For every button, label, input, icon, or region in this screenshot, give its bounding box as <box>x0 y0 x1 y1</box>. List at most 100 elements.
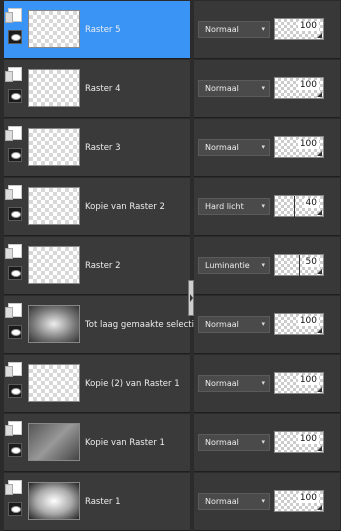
blend-mode-select[interactable]: Normaal ▾ <box>198 434 270 451</box>
layer-props-row: Luminantie ▾ 50 <box>194 237 340 295</box>
layer-row[interactable]: Tot laag gemaakte selectie <box>4 296 199 354</box>
layer-type-icon[interactable] <box>5 67 22 82</box>
opacity-value: 100 <box>297 434 319 444</box>
layer-name[interactable]: Kopie van Raster 1 <box>85 438 165 448</box>
layer-name[interactable]: Raster 3 <box>85 143 121 153</box>
layer-row[interactable]: Raster 4 <box>4 60 190 118</box>
slider-notch-icon <box>317 328 322 333</box>
layer-type-icon[interactable] <box>5 126 22 141</box>
layer-list: Raster 5 Raster 4 Raster 3 Kopie van Raster… <box>4 0 199 531</box>
layer-name[interactable]: Raster 1 <box>85 497 121 507</box>
blend-mode-select[interactable]: Normaal ▾ <box>198 139 270 156</box>
layer-icons <box>5 125 24 169</box>
layers-panel: Raster 5 Raster 4 Raster 3 Kopie van Raster… <box>0 0 341 531</box>
layer-icons <box>5 302 24 346</box>
layer-type-icon[interactable] <box>5 362 22 377</box>
slider-notch-icon <box>317 505 322 510</box>
visibility-eye-icon[interactable] <box>8 89 22 103</box>
layer-type-icon[interactable] <box>5 480 22 495</box>
chevron-down-icon: ▾ <box>261 320 265 328</box>
layer-type-icon[interactable] <box>5 185 22 200</box>
visibility-eye-icon[interactable] <box>8 207 22 221</box>
chevron-down-icon: ▾ <box>261 261 265 269</box>
blend-mode-label: Normaal <box>205 320 239 329</box>
visibility-eye-icon[interactable] <box>8 266 22 280</box>
layer-thumbnail <box>28 423 80 461</box>
opacity-slider[interactable]: 100 <box>274 18 324 40</box>
layer-name[interactable]: Raster 4 <box>85 84 121 94</box>
layer-row[interactable]: Raster 3 <box>4 119 190 177</box>
opacity-slider[interactable]: 100 <box>274 490 324 512</box>
opacity-marker[interactable] <box>299 255 300 276</box>
blend-mode-select[interactable]: Normaal ▾ <box>198 493 270 510</box>
layer-type-icon[interactable] <box>5 244 22 259</box>
chevron-down-icon: ▾ <box>261 379 265 387</box>
chevron-down-icon: ▾ <box>261 438 265 446</box>
visibility-eye-icon[interactable] <box>8 384 22 398</box>
visibility-eye-icon[interactable] <box>8 443 22 457</box>
layer-icons <box>5 184 24 228</box>
blend-mode-label: Luminantie <box>205 261 250 270</box>
opacity-value: 100 <box>297 80 319 90</box>
opacity-slider[interactable]: 50 <box>274 254 324 276</box>
layer-icons <box>5 7 24 51</box>
blend-mode-select[interactable]: Normaal ▾ <box>198 21 270 38</box>
layer-props-row: Normaal ▾ 100 <box>194 296 340 354</box>
layer-type-icon[interactable] <box>5 421 22 436</box>
layer-props-row: Hard licht ▾ 40 <box>194 178 340 236</box>
slider-notch-icon <box>317 33 322 38</box>
opacity-marker[interactable] <box>294 196 296 217</box>
blend-mode-select[interactable]: Luminantie ▾ <box>198 257 270 274</box>
blend-mode-label: Normaal <box>205 25 239 34</box>
opacity-slider[interactable]: 100 <box>274 431 324 453</box>
blend-mode-label: Normaal <box>205 143 239 152</box>
layer-thumbnail <box>28 246 80 284</box>
opacity-slider[interactable]: 100 <box>274 313 324 335</box>
chevron-down-icon: ▾ <box>261 497 265 505</box>
layer-type-icon[interactable] <box>5 8 22 23</box>
layer-row[interactable]: Kopie van Raster 1 <box>4 414 190 472</box>
slider-notch-icon <box>317 92 322 97</box>
layer-properties: Normaal ▾ 100 Normaal ▾ 100 Normaal ▾ 100 Hard li… <box>194 0 340 531</box>
blend-mode-select[interactable]: Normaal ▾ <box>198 80 270 97</box>
layer-type-icon[interactable] <box>5 303 22 318</box>
slider-notch-icon <box>317 151 322 156</box>
layer-row[interactable]: Raster 5 <box>4 1 190 59</box>
opacity-slider[interactable]: 100 <box>274 136 324 158</box>
layer-thumbnail <box>28 187 80 225</box>
layer-row[interactable]: Raster 2 <box>4 237 190 295</box>
opacity-value: 100 <box>297 139 319 149</box>
layer-row[interactable]: Raster 1 <box>4 473 190 531</box>
layer-thumbnail <box>28 364 80 402</box>
layer-name[interactable]: Tot laag gemaakte selectie <box>85 320 199 330</box>
layer-props-row: Normaal ▾ 100 <box>194 473 340 531</box>
layer-row[interactable]: Kopie (2) van Raster 1 <box>4 355 190 413</box>
blend-mode-select[interactable]: Normaal ▾ <box>198 316 270 333</box>
chevron-down-icon: ▾ <box>261 25 265 33</box>
layer-props-row: Normaal ▾ 100 <box>194 414 340 472</box>
blend-mode-select[interactable]: Normaal ▾ <box>198 375 270 392</box>
visibility-eye-icon[interactable] <box>8 30 22 44</box>
blend-mode-label: Normaal <box>205 84 239 93</box>
layer-thumbnail <box>28 128 80 166</box>
layer-name[interactable]: Kopie van Raster 2 <box>85 202 165 212</box>
layer-name[interactable]: Raster 2 <box>85 261 121 271</box>
blend-mode-label: Normaal <box>205 438 239 447</box>
opacity-slider[interactable]: 100 <box>274 372 324 394</box>
layer-icons <box>5 420 24 464</box>
visibility-eye-icon[interactable] <box>8 148 22 162</box>
layer-props-row: Normaal ▾ 100 <box>194 60 340 118</box>
blend-mode-select[interactable]: Hard licht ▾ <box>198 198 270 215</box>
opacity-value: 100 <box>297 375 319 385</box>
opacity-slider[interactable]: 100 <box>274 77 324 99</box>
layer-icons <box>5 66 24 110</box>
layer-icons <box>5 479 24 523</box>
layer-icons <box>5 243 24 287</box>
layer-icons <box>5 361 24 405</box>
opacity-slider[interactable]: 40 <box>274 195 324 217</box>
layer-row[interactable]: Kopie van Raster 2 <box>4 178 190 236</box>
layer-name[interactable]: Raster 5 <box>85 25 121 35</box>
visibility-eye-icon[interactable] <box>8 502 22 516</box>
visibility-eye-icon[interactable] <box>8 325 22 339</box>
layer-name[interactable]: Kopie (2) van Raster 1 <box>85 379 180 389</box>
